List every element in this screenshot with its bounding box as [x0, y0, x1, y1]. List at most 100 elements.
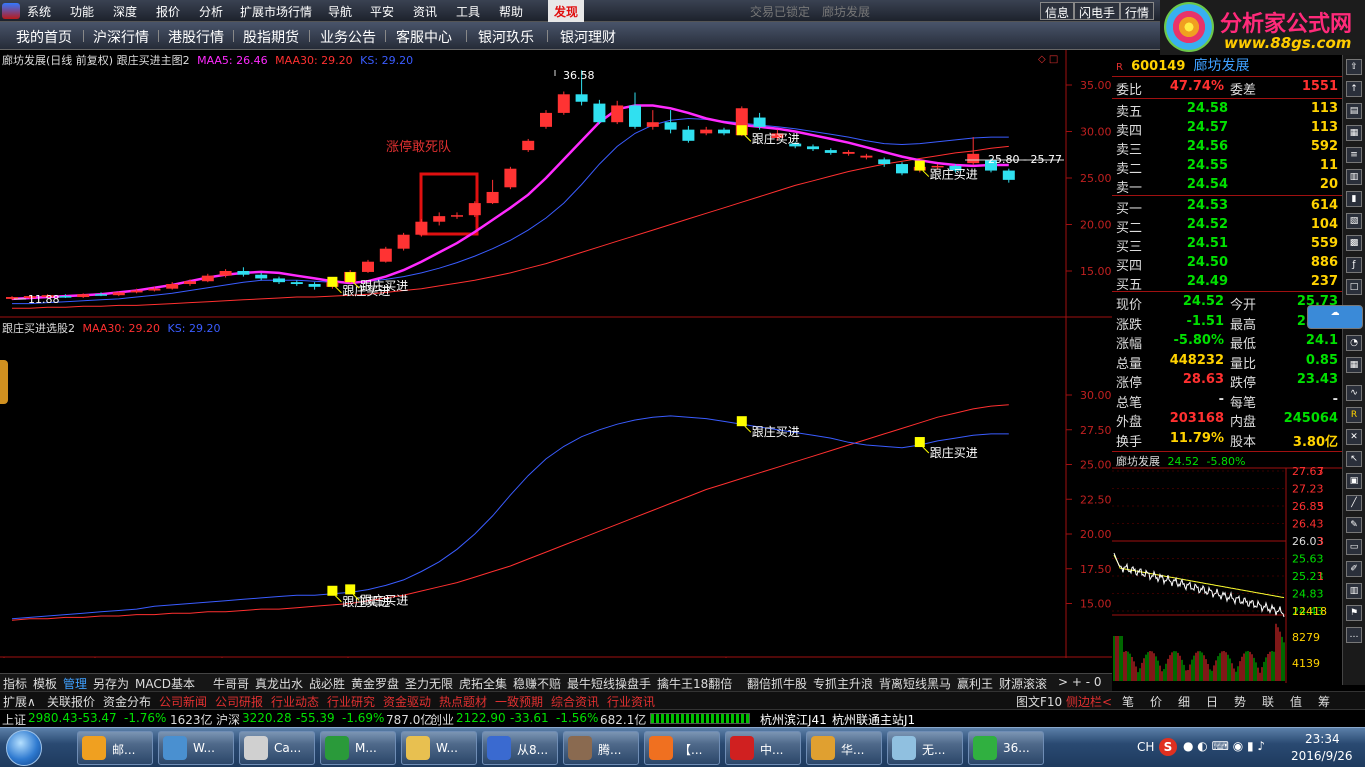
taskbar-app-button[interactable]: Ca...	[239, 731, 315, 765]
indicator-tab[interactable]: 模板	[33, 675, 57, 692]
taskbar-app-button[interactable]: 无...	[887, 731, 963, 765]
menu-item-pingan[interactable]: 平安	[370, 3, 394, 20]
indicator-tab[interactable]: 管理	[63, 675, 87, 692]
taskbar-app-button[interactable]: 36...	[968, 731, 1044, 765]
indicator-tab[interactable]: 黄金罗盘	[351, 675, 399, 692]
info-tab[interactable]: 热点题材	[439, 693, 487, 710]
toolbar-icon-doc2[interactable]: ▭	[1346, 539, 1362, 555]
nav-yinhe-finance[interactable]: 银河理财	[560, 27, 616, 47]
nav-index-futures[interactable]: 股指期货	[243, 27, 299, 47]
nav-announcement[interactable]: 业务公告	[320, 27, 376, 47]
toolbar-icon-flag[interactable]: ⚑	[1346, 605, 1362, 621]
info-tab[interactable]: 一致预期	[495, 693, 543, 710]
menu-item-system[interactable]: 系统	[27, 3, 51, 20]
indicator-tab[interactable]: 牛哥哥	[213, 675, 249, 692]
toolbar-icon-more[interactable]: …	[1346, 627, 1362, 643]
nav-service-center[interactable]: 客服中心	[396, 27, 452, 47]
menu-item-nav[interactable]: 导航	[328, 3, 352, 20]
taskbar-app-button[interactable]: 邮...	[77, 731, 153, 765]
indicator-tab[interactable]: 赢利王	[957, 675, 993, 692]
side-tab[interactable]: 细	[1178, 693, 1190, 710]
info-tab[interactable]: 资金驱动	[383, 693, 431, 710]
chart-corner-icons[interactable]: ◇ □	[1038, 54, 1058, 65]
menu-item-tools[interactable]: 工具	[456, 3, 480, 20]
nav-hs-market[interactable]: 沪深行情	[93, 27, 149, 47]
flash-trade-button[interactable]: 闪电手	[1074, 2, 1121, 20]
indicator-tab[interactable]: 稳赚不赔	[513, 675, 561, 692]
kline-chart-area[interactable]: 35.00 30.00 25.00 20.00 15.00 30.00 27.50 25.0…	[0, 50, 1112, 658]
server-site-2[interactable]: 杭州联通主站J1	[832, 711, 915, 728]
indicator-tab[interactable]: 另存为	[93, 675, 129, 692]
info-tab[interactable]: 扩展∧	[3, 693, 36, 710]
toolbar-icon-list[interactable]: ≡	[1346, 147, 1362, 163]
language-indicator[interactable]: CH	[1137, 740, 1154, 754]
toolbar-icon-edit[interactable]: ✐	[1346, 561, 1362, 577]
indicator-tab[interactable]: 背离短线黑马	[879, 675, 951, 692]
quote-button[interactable]: 行情	[1120, 2, 1155, 20]
menu-item-function[interactable]: 功能	[70, 3, 94, 20]
toolbar-icon-grid2[interactable]: ▦	[1346, 357, 1362, 373]
info-tab[interactable]: 综合资讯	[551, 693, 599, 710]
toolbar-icon-cross[interactable]: ✕	[1346, 429, 1362, 445]
info-tab[interactable]: 行业研究	[327, 693, 375, 710]
toolbar-icon-cloud[interactable]: ☁	[1307, 305, 1363, 329]
taskbar-app-button[interactable]: 腾...	[563, 731, 639, 765]
indicator-tab[interactable]: MACD基本	[135, 675, 195, 692]
toolbar-icon-draw[interactable]: ✎	[1346, 517, 1362, 533]
info-tab[interactable]: 行业资讯	[607, 693, 655, 710]
taskbar-app-button[interactable]: W...	[158, 731, 234, 765]
side-tab[interactable]: 价	[1150, 693, 1162, 710]
indicator-tab[interactable]: 指标	[3, 675, 27, 692]
menu-item-quote[interactable]: 报价	[156, 3, 180, 20]
side-tab[interactable]: 筹	[1318, 693, 1330, 710]
indicator-tab[interactable]: 虎拓全集	[459, 675, 507, 692]
indicator-tab[interactable]: 财源滚滚	[999, 675, 1047, 692]
indicator-tab[interactable]: 专抓主升浪	[813, 675, 873, 692]
toolbar-icon-up[interactable]: ⇧	[1346, 59, 1362, 75]
toolbar-icon-wave[interactable]: ∿	[1346, 385, 1362, 401]
indicator-tab[interactable]: 圣力无限	[405, 675, 453, 692]
indicator-tab[interactable]: 真龙出水	[255, 675, 303, 692]
menu-item-ext-market[interactable]: 扩展市场行情	[240, 3, 312, 20]
clock-time[interactable]: 23:34	[1305, 732, 1340, 746]
info-button[interactable]: 信息	[1040, 2, 1075, 20]
indicator-tab[interactable]: 战必胜	[309, 675, 345, 692]
toolbar-icon-chart[interactable]: ▤	[1346, 103, 1362, 119]
side-tab[interactable]: 联	[1262, 693, 1274, 710]
toolbar-icon-pie[interactable]: ◔	[1346, 335, 1362, 351]
taskbar-app-button[interactable]: W...	[401, 731, 477, 765]
toolbar-icon-bar2[interactable]: ▥	[1346, 583, 1362, 599]
side-tab[interactable]: 图文F10	[1016, 693, 1062, 710]
side-tab[interactable]: 笔	[1122, 693, 1134, 710]
menu-item-help[interactable]: 帮助	[499, 3, 523, 20]
left-collapse-handle[interactable]	[0, 360, 8, 404]
toolbar-icon-box[interactable]: ▣	[1346, 473, 1362, 489]
indicator-tab[interactable]: 擒牛王18翻倍	[657, 675, 732, 692]
toolbar-icon-kline[interactable]: ▥	[1346, 169, 1362, 185]
toolbar-icon-arrow[interactable]: ↑	[1346, 81, 1362, 97]
side-tab[interactable]: 侧边栏<	[1066, 693, 1112, 710]
kline-chart-svg[interactable]: 35.00 30.00 25.00 20.00 15.00 30.00 27.50 25.0…	[0, 50, 1112, 658]
info-tab[interactable]: 资金分布	[103, 693, 151, 710]
side-tab[interactable]: 势	[1234, 693, 1246, 710]
info-tab[interactable]: 关联报价	[47, 693, 95, 710]
nav-home[interactable]: 我的首页	[16, 27, 72, 47]
taskbar-app-button[interactable]: 从8...	[482, 731, 558, 765]
clock-date[interactable]: 2016/9/26	[1291, 749, 1353, 763]
nav-yinhe-jiule[interactable]: 银河玖乐	[478, 27, 534, 47]
toolbar-icon-doc[interactable]: □	[1346, 279, 1362, 295]
menu-item-analysis[interactable]: 分析	[199, 3, 223, 20]
toolbar-icon-cursor[interactable]: ↖	[1346, 451, 1362, 467]
sogou-ime-icon[interactable]: S	[1159, 738, 1177, 756]
toolbar-icon-table[interactable]: ▩	[1346, 235, 1362, 251]
info-tab[interactable]: 公司研报	[215, 693, 263, 710]
taskbar-app-button[interactable]: 华...	[806, 731, 882, 765]
info-tab[interactable]: 公司新闻	[159, 693, 207, 710]
side-tab[interactable]: 值	[1290, 693, 1302, 710]
menu-item-news[interactable]: 资讯	[413, 3, 437, 20]
indicator-tab[interactable]: 最牛短线操盘手	[567, 675, 651, 692]
server-site-1[interactable]: 杭州滨江J41	[760, 711, 827, 728]
toolbar-icon-rsi[interactable]: R	[1346, 407, 1362, 423]
toolbar-icon-chart2[interactable]: ▧	[1346, 213, 1362, 229]
start-button[interactable]	[6, 730, 42, 766]
